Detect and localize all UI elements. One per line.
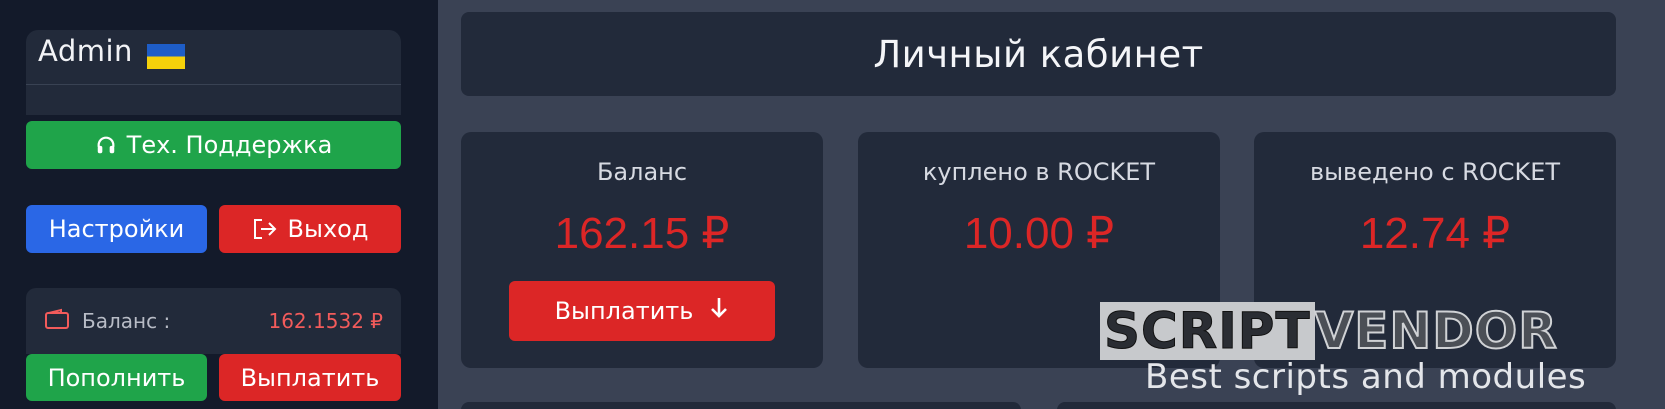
watermark-brand: SCRIPTVENDOR [1100,302,1645,360]
logout-icon [252,218,278,240]
page-header: Личный кабинет [461,12,1616,96]
withdraw-button-label: Выплатить [240,363,380,392]
withdraw-button[interactable]: Выплатить [219,354,401,401]
stat-value: 12.74 ₽ [1359,209,1511,258]
sidebar-balance-value: 162.1532 ₽ [268,309,383,333]
stat-value: 162.15 ₽ [554,209,730,258]
stat-label: выведено с ROCKET [1309,158,1561,186]
sidebar-balance-label: Баланс : [82,309,171,333]
page-title: Личный кабинет [873,32,1204,76]
panel-edge [461,402,1021,409]
deposit-button-label: Пополнить [47,363,186,392]
user-card-body [26,85,401,115]
settings-button-label: Настройки [48,215,185,243]
username: Admin [38,34,133,68]
payout-button[interactable]: Выплатить [509,281,775,341]
logout-button[interactable]: Выход [219,205,401,253]
watermark: SCRIPTVENDOR Best scripts and modules [1100,302,1645,405]
deposit-button[interactable]: Пополнить [26,354,207,401]
arrow-down-icon [709,296,729,327]
sidebar: Admin Тех. Поддержка Настройки Выход Бал… [0,0,438,409]
user-card: Admin [26,30,401,85]
watermark-tagline: Best scripts and modules [1145,357,1587,397]
support-button-label: Тех. Поддержка [126,131,333,159]
sidebar-balance: Баланс : 162.1532 ₽ [26,288,401,354]
payout-button-label: Выплатить [554,297,694,325]
support-button[interactable]: Тех. Поддержка [26,121,401,169]
settings-button[interactable]: Настройки [26,205,207,253]
logout-button-label: Выход [287,215,369,243]
ukraine-flag-icon [146,44,185,69]
wallet-icon [44,308,70,334]
watermark-brand-b: VENDOR [1314,302,1558,360]
stat-card-balance: Баланс 162.15 ₽ Выплатить [461,132,823,368]
stat-label: Баланс [596,158,688,186]
headset-icon [95,134,117,156]
stat-value: 10.00 ₽ [963,209,1115,258]
stat-label: куплено в ROCKET [922,158,1156,186]
watermark-brand-a: SCRIPT [1100,302,1315,360]
